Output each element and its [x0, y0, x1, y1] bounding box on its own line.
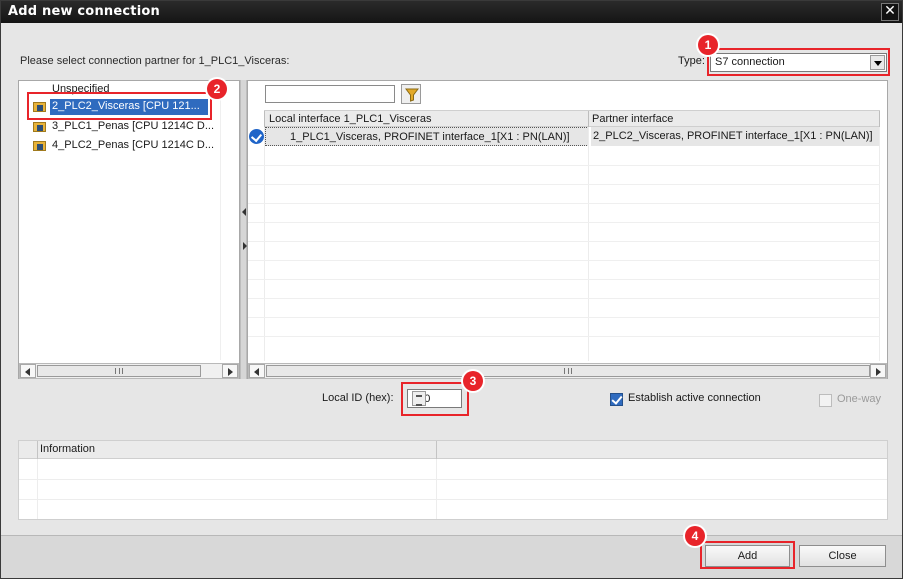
grid-line	[248, 241, 880, 242]
callout-badge-1: 1	[698, 35, 718, 55]
title-bar: Add new connection ✕	[1, 1, 902, 23]
column-divider	[220, 81, 221, 360]
grid-line	[248, 317, 880, 318]
scroll-thumb[interactable]	[266, 365, 870, 377]
callout-badge-2: 2	[207, 79, 227, 99]
plc-folder-icon	[33, 122, 46, 132]
filter-input[interactable]	[265, 85, 395, 103]
tree-item-label: 4_PLC2_Penas [CPU 1214C D...	[52, 139, 215, 151]
callout-highlight-partner	[27, 92, 212, 120]
grid-line	[248, 279, 880, 280]
partner-tree-panel: Unspecified 2_PLC2_Visceras [CPU 121... …	[18, 80, 240, 379]
table-row[interactable]: 1_PLC1_Visceras, PROFINET interface_1[X1…	[248, 127, 880, 146]
local-id-label: Local ID (hex):	[322, 392, 394, 404]
partner-interface-cell[interactable]: 2_PLC2_Visceras, PROFINET interface_1[X1…	[591, 127, 880, 146]
right-horizontal-scrollbar[interactable]	[248, 363, 887, 379]
dialog-title: Add new connection	[8, 4, 160, 19]
collapse-left-icon[interactable]	[242, 208, 246, 216]
one-way-checkbox[interactable]	[819, 394, 832, 407]
grid-line	[879, 127, 880, 361]
plc-folder-icon	[33, 141, 46, 151]
grid-line	[264, 127, 265, 361]
close-button[interactable]: Close	[799, 545, 886, 567]
type-label: Type:	[678, 55, 705, 67]
grid-line	[248, 298, 880, 299]
information-header-label: Information	[40, 443, 96, 455]
establish-active-checkbox[interactable]	[610, 393, 623, 406]
column-header-local[interactable]: Local interface 1_PLC1_Visceras	[269, 113, 431, 125]
panel-splitter[interactable]	[240, 80, 247, 379]
close-icon[interactable]: ✕	[881, 3, 899, 21]
callout-badge-3: 3	[463, 371, 483, 391]
callout-highlight-local-id	[401, 382, 469, 416]
information-header: Information	[19, 441, 887, 459]
interfaces-grid-header: Local interface 1_PLC1_Visceras Partner …	[264, 110, 880, 127]
local-interface-cell[interactable]: 1_PLC1_Visceras, PROFINET interface_1[X1…	[265, 127, 589, 146]
callout-badge-4: 4	[685, 526, 705, 546]
column-header-partner[interactable]: Partner interface	[592, 113, 673, 125]
grid-line	[248, 203, 880, 204]
information-panel: Information	[18, 440, 888, 520]
filter-icon[interactable]	[401, 84, 421, 104]
scroll-right-icon[interactable]	[222, 364, 238, 378]
scroll-left-icon[interactable]	[249, 364, 265, 378]
grid-line	[248, 165, 880, 166]
grid-line	[248, 336, 880, 337]
add-new-connection-dialog: Add new connection ✕ Please select conne…	[0, 0, 903, 579]
scroll-thumb[interactable]	[37, 365, 201, 377]
connection-partner-prompt: Please select connection partner for 1_P…	[20, 55, 290, 67]
grid-line	[248, 260, 880, 261]
tree-item-label: 3_PLC1_Penas [CPU 1214C D...	[52, 120, 215, 132]
scroll-left-icon[interactable]	[20, 364, 36, 378]
grid-line	[248, 222, 880, 223]
one-way-label: One-way	[837, 393, 882, 405]
checkmark-icon	[249, 129, 264, 144]
grid-line	[248, 184, 880, 185]
callout-highlight-type	[707, 48, 890, 76]
left-horizontal-scrollbar[interactable]	[19, 363, 239, 379]
scroll-right-icon[interactable]	[870, 364, 886, 378]
callout-highlight-add	[700, 541, 795, 569]
establish-active-label: Establish active connection	[628, 392, 761, 404]
grid-line	[588, 127, 589, 361]
